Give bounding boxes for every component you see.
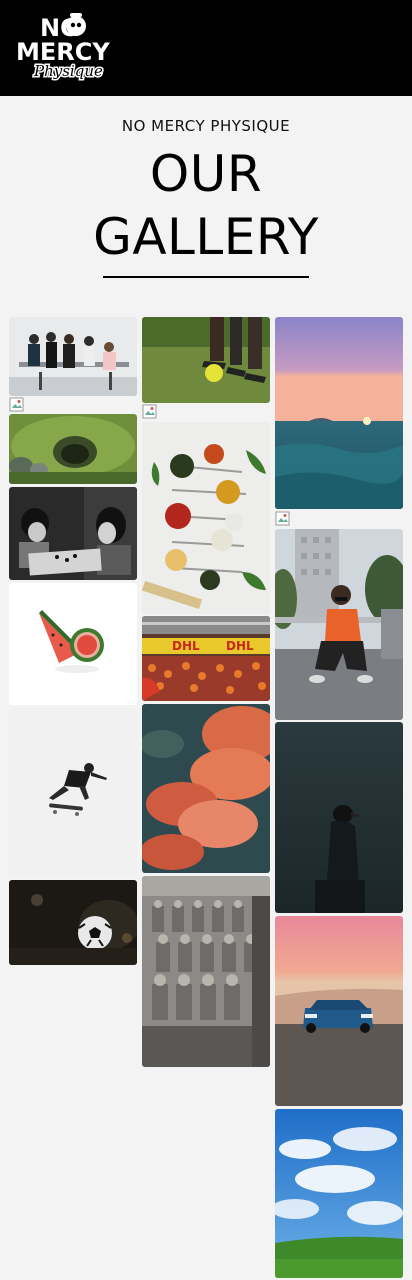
svg-text:DHL: DHL	[172, 639, 200, 653]
gallery-image-soccer-ball[interactable]	[9, 880, 137, 965]
gallery-image-blue-car[interactable]	[275, 916, 403, 1106]
title-line-2: GALLERY	[93, 208, 319, 266]
broken-image-icon	[9, 397, 25, 413]
brand-eyebrow: NO MERCY PHYSIQUE	[121, 117, 291, 135]
gallery-image-woman-crouching[interactable]	[275, 529, 403, 720]
gallery-image-crow[interactable]	[275, 722, 403, 913]
svg-text:DHL: DHL	[226, 639, 254, 653]
gallery-image-mossy-hill[interactable]	[9, 414, 137, 484]
site-header: NO MERCY Physique	[0, 0, 412, 96]
kettlebell-icon	[66, 16, 86, 36]
gallery-image-board-game[interactable]	[9, 487, 137, 580]
gallery-image-red-clouds[interactable]	[142, 704, 270, 873]
broken-image-icon	[142, 404, 158, 420]
site-logo[interactable]: NO MERCY Physique	[14, 10, 112, 86]
gallery-image-team-meeting[interactable]	[9, 317, 137, 396]
gallery-image-blue-sky[interactable]	[275, 1109, 403, 1278]
gallery-image-skateboarder[interactable]	[9, 708, 137, 878]
gallery-image-watermelon[interactable]	[9, 583, 137, 705]
gallery-hero: NO MERCY PHYSIQUE OUR GALLERY	[0, 96, 412, 296]
gallery-image-terracotta-army[interactable]	[142, 876, 270, 1067]
gallery-image-spices[interactable]	[142, 422, 270, 614]
image-gallery: DHL DHL	[0, 317, 412, 1280]
gallery-image-sunset-sea[interactable]	[275, 317, 403, 509]
gallery-image-soccer-feet[interactable]	[142, 317, 270, 403]
page-title: OUR GALLERY	[0, 143, 412, 269]
title-line-1: OUR	[149, 145, 263, 203]
logo-text-physique: Physique	[33, 62, 103, 80]
broken-image-icon	[275, 511, 291, 527]
gallery-image-stadium-crowd[interactable]: DHL DHL	[142, 616, 270, 701]
title-underline	[103, 276, 309, 278]
